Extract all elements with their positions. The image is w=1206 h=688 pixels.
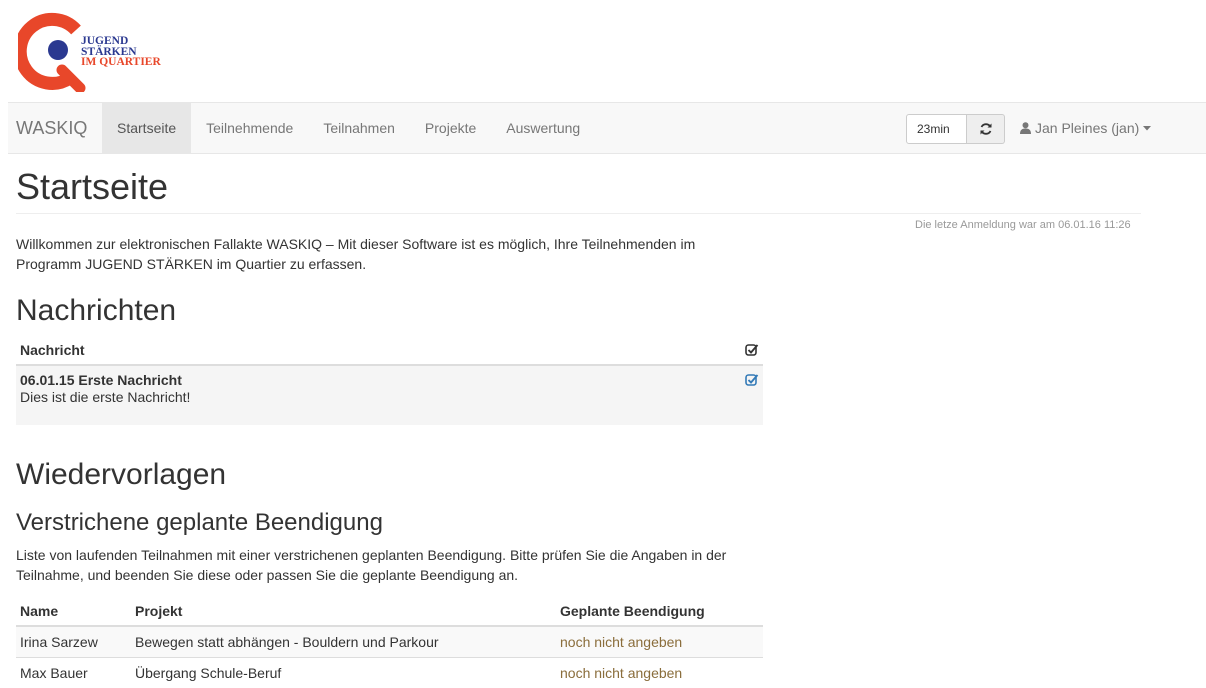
messages-table-header: Nachricht [16,336,763,366]
messages-column-header: Nachricht [20,342,85,358]
session-timer-display: 23min [906,114,967,144]
user-icon [1020,122,1031,134]
refresh-session-button[interactable] [967,114,1005,144]
welcome-text: Willkommen zur elektronischen Fallakte W… [16,236,696,272]
logo-line-3: IM QUARTIER [81,56,161,68]
page-title: Startseite [16,166,169,207]
messages-heading: Nachrichten [16,294,177,327]
overdue-participations-table: Name Projekt Geplante Beendigung Irina S… [16,596,763,688]
cell-name: Max Bauer [16,656,131,688]
check-all-icon[interactable] [745,343,759,357]
title-divider [16,213,1141,214]
top-navbar: WASKIQ Startseite Teilnehmende Teilnahme… [8,102,1206,154]
logo-line-1: JUGEND [81,35,129,47]
cell-planned-end-link[interactable]: noch nicht angeben [556,625,763,657]
user-name-label: Jan Pleines (jan) [1035,120,1140,136]
table-row[interactable]: Max Bauer Übergang Schule-Beruf noch nic… [16,656,763,688]
nav-item-auswertung[interactable]: Auswertung [491,103,595,153]
table-row[interactable]: Irina Sarzew Bewegen statt abhängen - Bo… [16,625,763,657]
nav-menu: Startseite Teilnehmende Teilnahmen Proje… [102,103,595,153]
messages-table: Nachricht 06.01.15 Erste Nachricht Dies … [16,336,763,425]
user-menu-dropdown[interactable]: Jan Pleines (jan) [1020,103,1152,153]
table-header-row: Name Projekt Geplante Beendigung [16,596,763,627]
main-content: Startseite Die letze Anmeldung war am 06… [16,154,1196,688]
cell-project: Bewegen statt abhängen - Bouldern und Pa… [131,625,556,657]
column-header-name: Name [16,596,131,627]
caret-down-icon [1143,125,1152,130]
overdue-end-description: Liste von laufenden Teilnahmen mit einer… [16,547,727,583]
overdue-end-heading: Verstrichene geplante Beendigung [16,509,383,536]
mark-read-icon[interactable] [745,373,759,387]
logo-text: JUGEND STÄRKEN IM QUARTIER [81,36,161,68]
nav-item-teilnahmen[interactable]: Teilnahmen [308,103,410,153]
nav-item-teilnehmende[interactable]: Teilnehmende [191,103,308,153]
resubmissions-heading: Wiedervorlagen [16,458,227,491]
cell-planned-end-link[interactable]: noch nicht angeben [556,656,763,688]
navbar-brand[interactable]: WASKIQ [16,103,87,153]
logo-header: JUGEND STÄRKEN IM QUARTIER [0,0,1206,102]
message-body: Dies ist die erste Nachricht! [20,389,191,405]
cell-project: Übergang Schule-Beruf [131,656,556,688]
refresh-icon [980,123,991,135]
message-row: 06.01.15 Erste Nachricht Dies ist die er… [16,366,763,425]
column-header-projekt: Projekt [131,596,556,627]
session-timer-group: 23min [906,114,1005,144]
last-login-info: Die letze Anmeldung war am 06.01.16 11:2… [915,219,1131,231]
nav-item-startseite[interactable]: Startseite [102,103,192,153]
message-title: 06.01.15 Erste Nachricht [20,372,182,388]
column-header-planned-end: Geplante Beendigung [556,596,763,627]
nav-item-projekte[interactable]: Projekte [410,103,491,153]
cell-name: Irina Sarzew [16,625,131,657]
